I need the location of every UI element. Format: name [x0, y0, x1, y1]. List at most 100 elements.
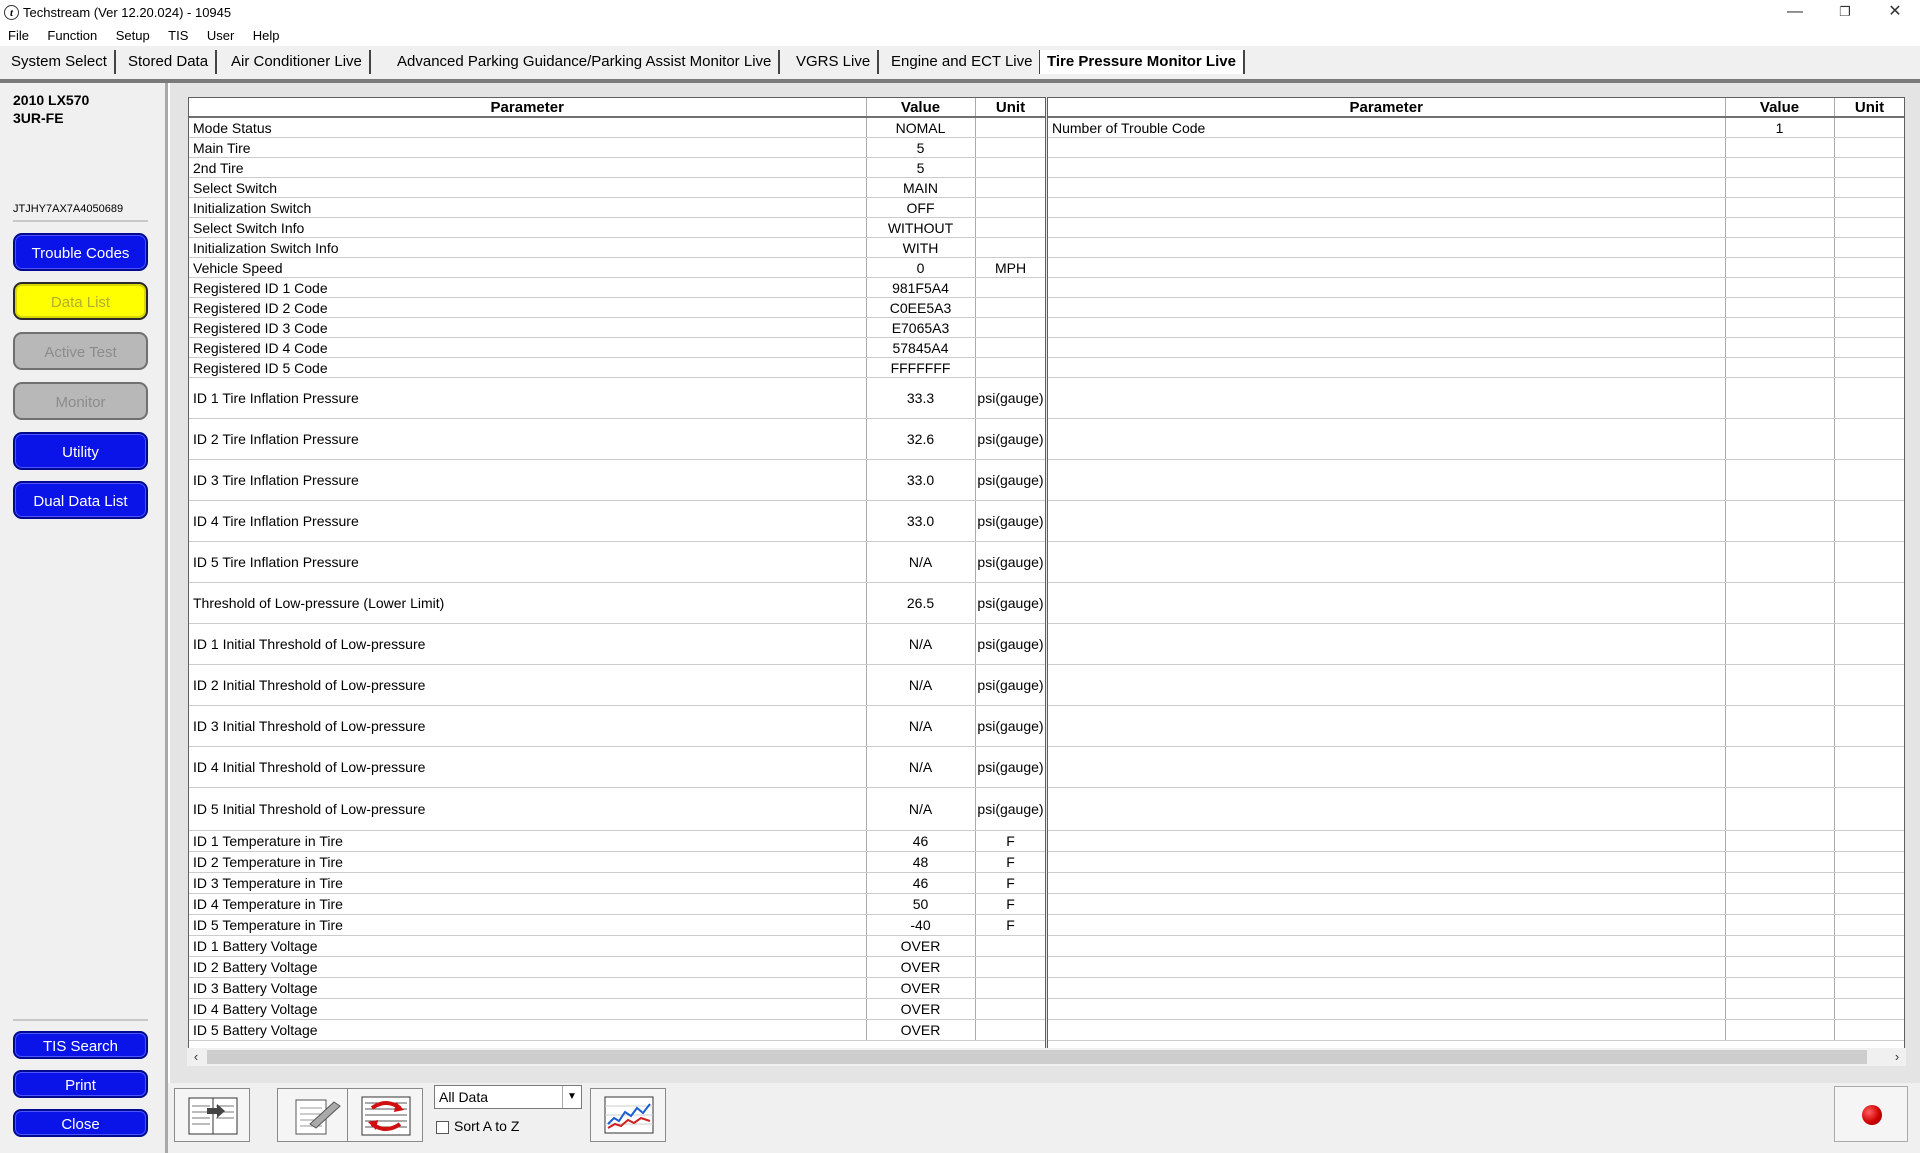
tab-engine-ect-live[interactable]: Engine and ECT Live	[884, 50, 1042, 74]
tab-parking-assist-live[interactable]: Advanced Parking Guidance/Parking Assist…	[390, 50, 781, 74]
table-row[interactable]: ID 5 Battery Voltage OVER	[189, 1019, 1045, 1041]
sort-a-to-z-checkbox[interactable]	[436, 1121, 449, 1134]
table-row[interactable]	[1048, 935, 1904, 957]
table-row[interactable]	[1048, 541, 1904, 583]
table-row[interactable]: ID 1 Initial Threshold of Low-pressure N/…	[189, 623, 1045, 665]
table-row[interactable]: Registered ID 1 Code 981F5A4	[189, 277, 1045, 298]
close-button[interactable]: Close	[13, 1109, 148, 1137]
column-header-value[interactable]: Value	[1725, 98, 1835, 118]
scroll-right-arrow-icon[interactable]: ›	[1888, 1048, 1906, 1066]
table-row[interactable]: ID 3 Temperature in Tire 46 F	[189, 872, 1045, 894]
tab-tire-pressure-monitor-live[interactable]: Tire Pressure Monitor Live	[1040, 50, 1245, 74]
table-row[interactable]	[1048, 257, 1904, 278]
table-row[interactable]	[1048, 277, 1904, 298]
table-row[interactable]	[1048, 197, 1904, 218]
menu-help[interactable]: Help	[247, 26, 286, 46]
table-row[interactable]: ID 5 Temperature in Tire -40 F	[189, 914, 1045, 936]
tab-air-conditioner-live[interactable]: Air Conditioner Live	[224, 50, 371, 74]
table-row[interactable]: ID 4 Temperature in Tire 50 F	[189, 893, 1045, 915]
table-row[interactable]	[1048, 500, 1904, 542]
close-window-button[interactable]: ✕	[1870, 0, 1920, 26]
table-row[interactable]	[1048, 746, 1904, 788]
table-row[interactable]: ID 5 Tire Inflation Pressure N/A psi(gauge…	[189, 541, 1045, 583]
trouble-codes-button[interactable]: Trouble Codes	[13, 233, 148, 271]
column-header-unit[interactable]: Unit	[1834, 98, 1904, 118]
table-row[interactable]	[1048, 705, 1904, 747]
table-row[interactable]	[1048, 157, 1904, 178]
table-row[interactable]: ID 1 Battery Voltage OVER	[189, 935, 1045, 957]
table-row[interactable]: ID 1 Temperature in Tire 46 F	[189, 830, 1045, 852]
table-row[interactable]	[1048, 998, 1904, 1020]
menu-user[interactable]: User	[201, 26, 240, 46]
menu-file[interactable]: File	[2, 26, 35, 46]
table-row[interactable]	[1048, 317, 1904, 338]
tab-vgrs-live[interactable]: VGRS Live	[789, 50, 880, 74]
table-row[interactable]: Threshold of Low-pressure (Lower Limit) 2…	[189, 582, 1045, 624]
restore-button[interactable]: ❐	[1820, 0, 1870, 26]
dropdown-arrow-icon[interactable]: ▼	[562, 1086, 581, 1108]
data-list-button[interactable]: Data List	[13, 282, 148, 320]
table-row[interactable]: ID 5 Initial Threshold of Low-pressure N/…	[189, 787, 1045, 831]
table-row[interactable]: ID 4 Initial Threshold of Low-pressure N/…	[189, 746, 1045, 788]
table-row[interactable]: ID 4 Tire Inflation Pressure 33.0 psi(gaug…	[189, 500, 1045, 542]
table-row[interactable]	[1048, 956, 1904, 978]
table-row[interactable]: ID 2 Temperature in Tire 48 F	[189, 851, 1045, 873]
column-header-parameter[interactable]: Parameter	[1048, 98, 1726, 118]
table-row[interactable]	[1048, 830, 1904, 852]
table-row[interactable]	[1048, 787, 1904, 831]
table-row[interactable]	[1048, 217, 1904, 238]
menu-function[interactable]: Function	[41, 26, 103, 46]
table-row[interactable]: Vehicle Speed 0 MPH	[189, 257, 1045, 278]
table-row[interactable]	[1048, 137, 1904, 158]
data-filter-select[interactable]: All Data ▼	[434, 1085, 582, 1109]
horizontal-scrollbar[interactable]: ‹ ›	[187, 1048, 1906, 1066]
table-row[interactable]	[1048, 914, 1904, 936]
tab-stored-data[interactable]: Stored Data	[121, 50, 218, 74]
table-row[interactable]	[1048, 851, 1904, 873]
table-row[interactable]: ID 4 Battery Voltage OVER	[189, 998, 1045, 1020]
table-row[interactable]	[1048, 297, 1904, 318]
table-row[interactable]	[1048, 582, 1904, 624]
table-row[interactable]: Main Tire 5	[189, 137, 1045, 158]
table-row[interactable]: ID 3 Battery Voltage OVER	[189, 977, 1045, 999]
table-row[interactable]: Registered ID 2 Code C0EE5A3	[189, 297, 1045, 318]
table-row[interactable]: ID 1 Tire Inflation Pressure 33.3 psi(gaug…	[189, 377, 1045, 419]
table-row[interactable]	[1048, 337, 1904, 358]
table-row[interactable]: ID 2 Tire Inflation Pressure 32.6 psi(gaug…	[189, 418, 1045, 460]
table-row[interactable]: ID 3 Tire Inflation Pressure 33.0 psi(gaug…	[189, 459, 1045, 501]
monitor-button[interactable]: Monitor	[13, 382, 148, 420]
table-row[interactable]: ID 2 Initial Threshold of Low-pressure N/…	[189, 664, 1045, 706]
table-row[interactable]: ID 2 Battery Voltage OVER	[189, 956, 1045, 978]
print-button[interactable]: Print	[13, 1070, 148, 1098]
table-row[interactable]	[1048, 664, 1904, 706]
table-row[interactable]	[1048, 237, 1904, 258]
scroll-left-arrow-icon[interactable]: ‹	[187, 1048, 205, 1066]
minimize-button[interactable]: —	[1770, 0, 1820, 26]
table-row[interactable]: Mode Status NOMAL	[189, 117, 1045, 138]
menu-setup[interactable]: Setup	[110, 26, 156, 46]
utility-button[interactable]: Utility	[13, 432, 148, 470]
tab-system-select[interactable]: System Select	[4, 50, 116, 74]
table-row[interactable]: Select Switch MAIN	[189, 177, 1045, 198]
refresh-list-button[interactable]	[347, 1088, 423, 1142]
table-row[interactable]: Initialization Switch OFF	[189, 197, 1045, 218]
table-row[interactable]: Registered ID 4 Code 57845A4	[189, 337, 1045, 358]
column-header-parameter[interactable]: Parameter	[189, 98, 867, 118]
table-row[interactable]: 2nd Tire 5	[189, 157, 1045, 178]
table-row[interactable]	[1048, 459, 1904, 501]
table-row[interactable]	[1048, 893, 1904, 915]
active-test-button[interactable]: Active Test	[13, 332, 148, 370]
scrollbar-thumb[interactable]	[207, 1050, 1867, 1064]
table-row[interactable]: Number of Trouble Code 1	[1048, 117, 1904, 138]
table-row[interactable]	[1048, 977, 1904, 999]
table-row[interactable]	[1048, 177, 1904, 198]
table-row[interactable]	[1048, 623, 1904, 665]
table-row[interactable]	[1048, 418, 1904, 460]
table-row[interactable]	[1048, 872, 1904, 894]
table-row[interactable]: Initialization Switch Info WITH	[189, 237, 1045, 258]
menu-tis[interactable]: TIS	[162, 26, 194, 46]
dual-data-list-button[interactable]: Dual Data List	[13, 481, 148, 519]
table-row[interactable]	[1048, 357, 1904, 378]
column-header-unit[interactable]: Unit	[975, 98, 1045, 118]
table-row[interactable]	[1048, 1019, 1904, 1041]
